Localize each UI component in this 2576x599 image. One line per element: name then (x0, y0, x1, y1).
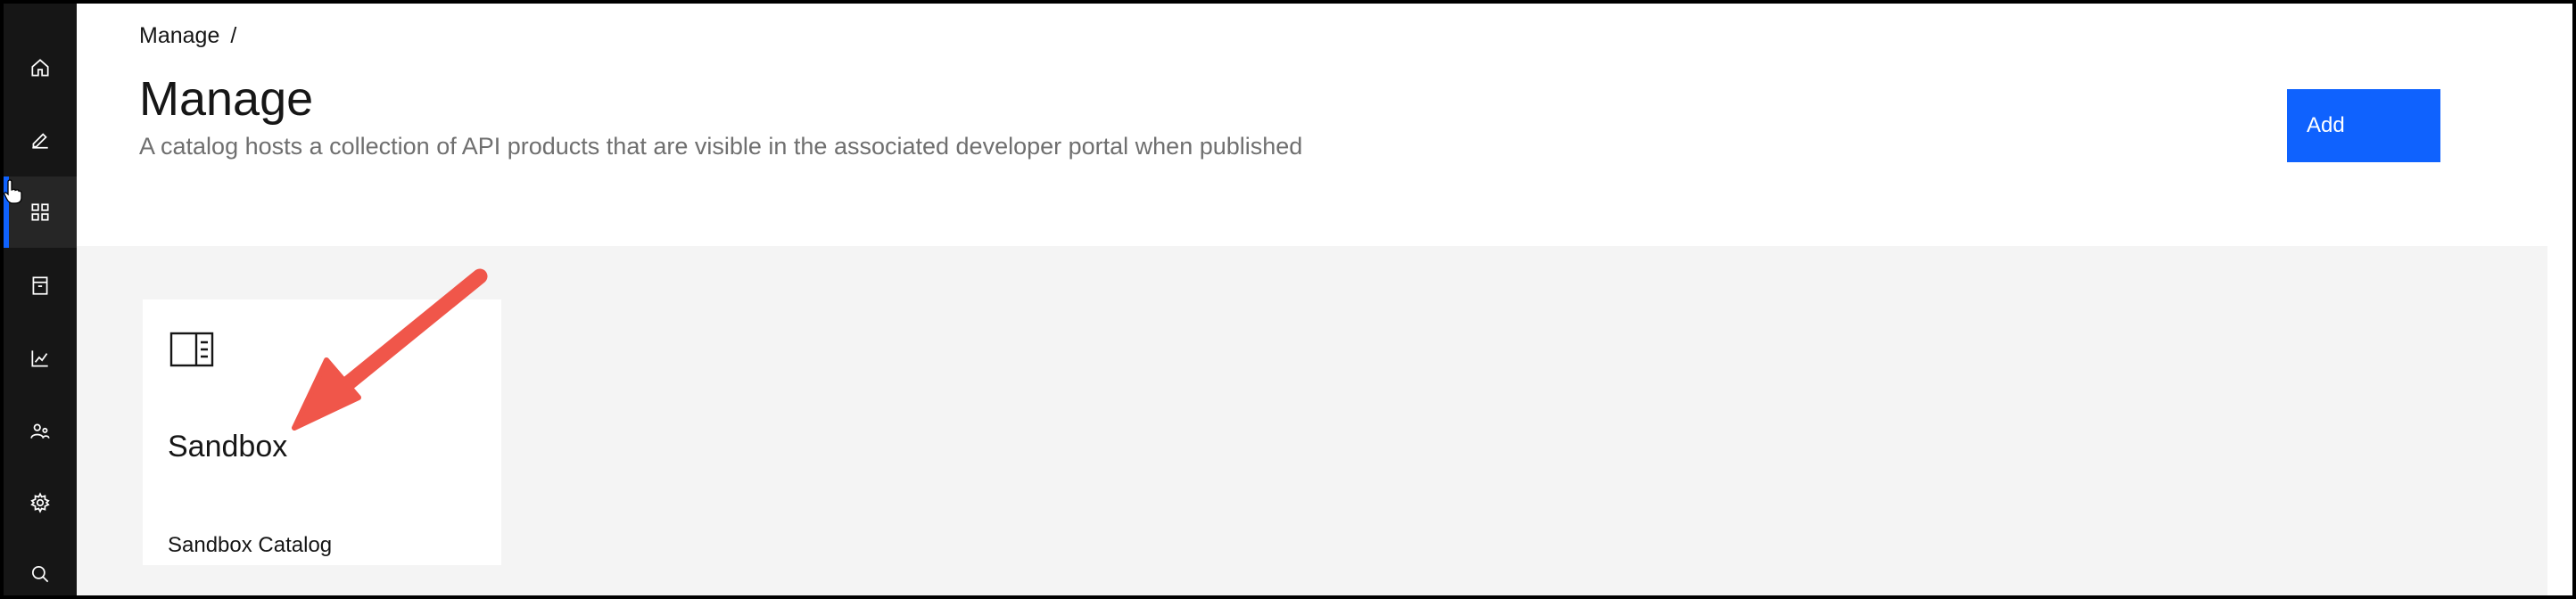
sidebar-item-members[interactable] (4, 396, 77, 467)
breadcrumb-item-manage[interactable]: Manage (139, 23, 219, 49)
page-title: Manage (139, 72, 314, 126)
search-icon (32, 566, 49, 583)
sidebar-item-search[interactable] (4, 538, 77, 595)
catalog-panel-icon (169, 332, 214, 367)
edit-icon (32, 133, 48, 149)
sidebar-item-home[interactable] (4, 32, 77, 103)
add-button[interactable]: Add (2287, 89, 2440, 162)
catalog-tile-sandbox[interactable]: Sandbox Sandbox Catalog (143, 300, 501, 565)
breadcrumb: Manage / (139, 23, 236, 49)
page-description: A catalog hosts a collection of API prod… (139, 133, 1303, 160)
members-icon (30, 423, 50, 439)
sidebar-item-develop[interactable] (4, 103, 77, 175)
tile-title: Sandbox (168, 430, 288, 464)
home-icon (31, 59, 49, 77)
sidebar-item-catalog[interactable] (4, 250, 77, 321)
grid-icon (31, 203, 49, 221)
breadcrumb-separator: / (230, 23, 237, 48)
page-header: Manage / Manage A catalog hosts a collec… (77, 4, 2547, 244)
analytics-icon (31, 350, 48, 367)
tile-subtitle: Sandbox Catalog (168, 533, 333, 557)
right-edge (2547, 4, 2572, 595)
side-navigation (4, 4, 77, 595)
hand-cursor-icon (4, 179, 22, 204)
sidebar-item-settings[interactable] (4, 467, 77, 538)
settings-icon (30, 492, 50, 513)
main-area: Manage / Manage A catalog hosts a collec… (77, 4, 2572, 595)
catalog-grid: Sandbox Sandbox Catalog (77, 246, 2547, 595)
sidebar-item-analytics[interactable] (4, 323, 77, 394)
app-window: Manage / Manage A catalog hosts a collec… (0, 0, 2576, 599)
catalog-icon (32, 276, 48, 295)
